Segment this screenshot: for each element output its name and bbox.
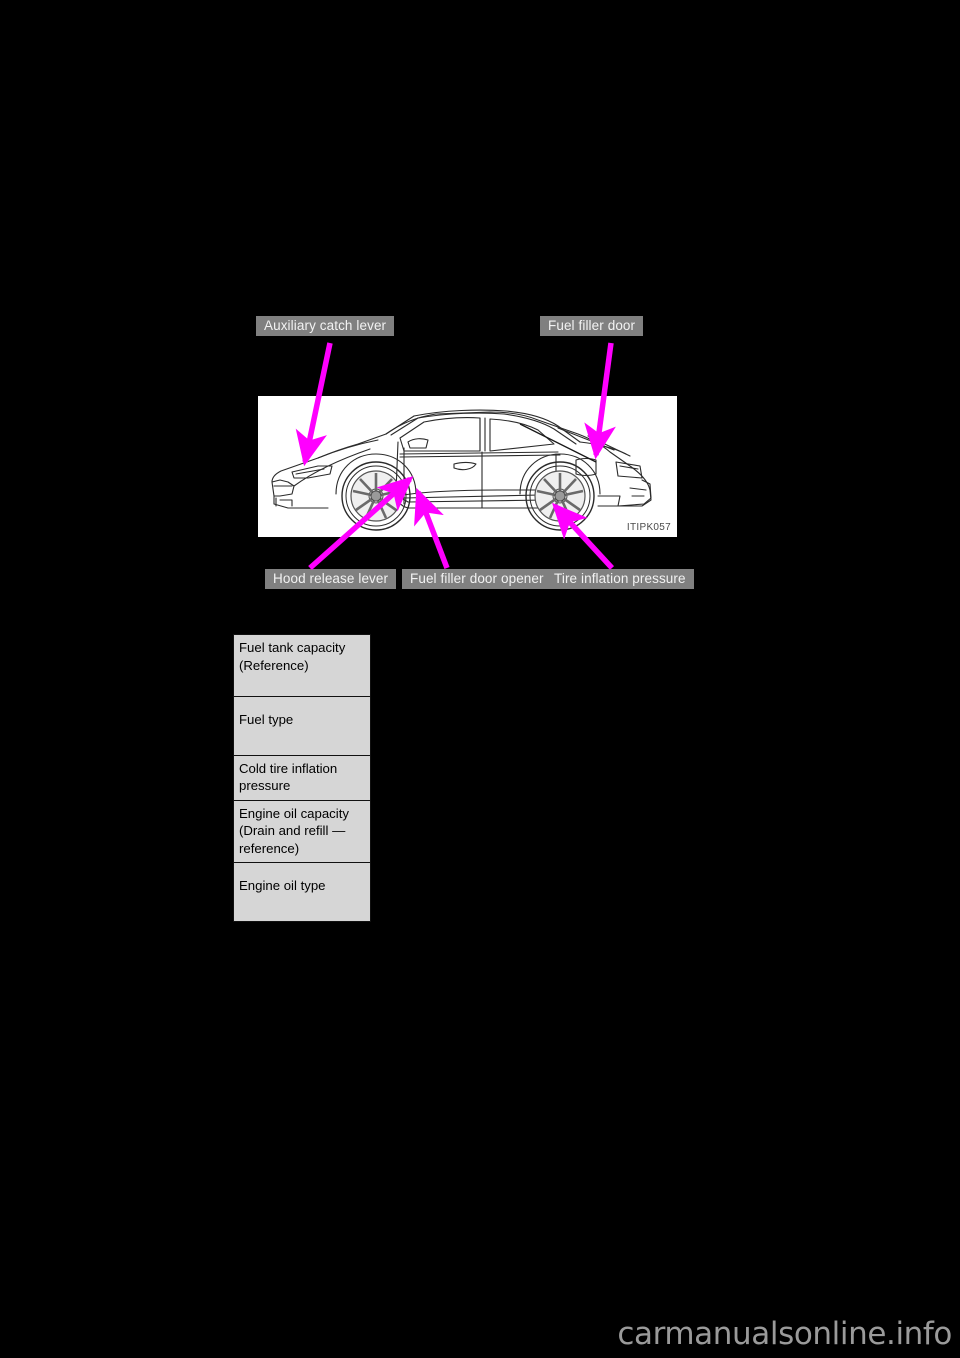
callout-fuel-filler-door-opener: Fuel filler door opener bbox=[402, 569, 552, 589]
vehicle-side-view-drawing bbox=[271, 409, 652, 531]
table-row: Engine oil capacity (Drain and refill — … bbox=[233, 799, 371, 863]
table-row: Engine oil type bbox=[233, 862, 371, 922]
callout-fuel-filler-door: Fuel filler door bbox=[540, 316, 644, 336]
cell-line-2: (Drain and refill — bbox=[239, 823, 346, 838]
table-cell-engine-oil-type: Engine oil type bbox=[233, 862, 371, 922]
cell-line-1: Engine oil type bbox=[239, 878, 326, 893]
table-cell-cold-tire-inflation-pressure: Cold tire inflation pressure bbox=[233, 754, 371, 801]
callout-tire-inflation-pressure: Tire inflation pressure bbox=[546, 569, 694, 589]
site-watermark: carmanualsonline.info bbox=[617, 1316, 952, 1352]
vehicle-illustration-panel: ITIPK057 bbox=[258, 396, 677, 537]
callout-hood-release-lever: Hood release lever bbox=[265, 569, 397, 589]
cell-line-1: Engine oil capacity bbox=[239, 805, 349, 821]
table-cell-fuel-type: Fuel type bbox=[233, 696, 371, 756]
cell-line-2: pressure bbox=[239, 778, 291, 793]
cell-line-1: Fuel type bbox=[239, 712, 294, 727]
table-row: Fuel tank capacity (Reference) bbox=[233, 634, 371, 697]
cell-line-1: Cold tire inflation bbox=[239, 760, 338, 776]
callout-auxiliary-catch-lever: Auxiliary catch lever bbox=[256, 316, 395, 336]
front-wheel bbox=[341, 461, 411, 531]
table-row: Cold tire inflation pressure bbox=[233, 754, 371, 801]
table-cell-engine-oil-capacity: Engine oil capacity (Drain and refill — … bbox=[233, 799, 371, 863]
cell-line-3: reference) bbox=[239, 840, 300, 856]
table-row: Fuel type bbox=[233, 696, 371, 756]
rear-wheel bbox=[525, 461, 595, 531]
vehicle-spec-table: Fuel tank capacity (Reference) Fuel type… bbox=[233, 634, 371, 922]
cell-line-2: (Reference) bbox=[239, 657, 309, 673]
table-cell-fuel-tank-capacity: Fuel tank capacity (Reference) bbox=[233, 634, 371, 697]
cell-line-1: Fuel tank capacity bbox=[239, 640, 346, 655]
callout-arrows-overlay bbox=[295, 342, 616, 571]
figure-code-label: ITIPK057 bbox=[626, 522, 671, 533]
